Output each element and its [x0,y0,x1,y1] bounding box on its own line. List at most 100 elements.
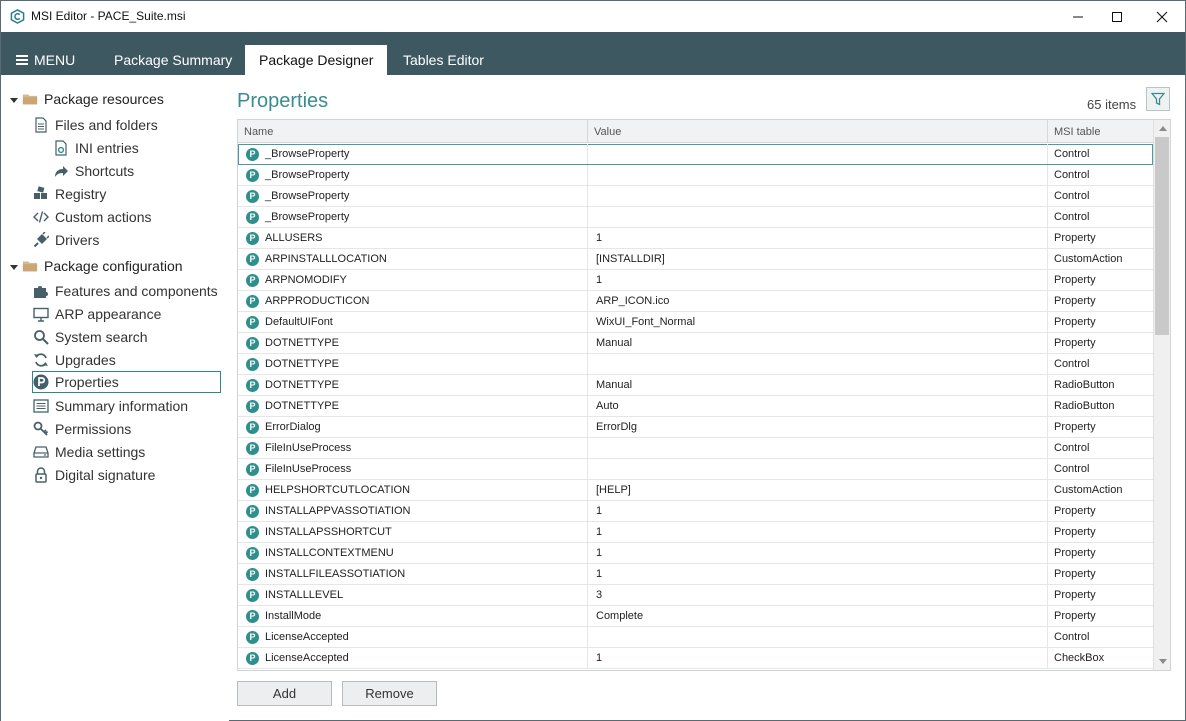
msi-table-name: Property [1054,547,1096,559]
msi-table-name: CustomAction [1054,253,1123,265]
property-icon: P [246,273,259,287]
table-row[interactable]: P _BrowseProperty Control [238,144,1153,165]
property-icon: P [246,504,259,518]
msi-table-name: CheckBox [1054,652,1105,664]
column-header-name[interactable]: Name [238,120,588,143]
property-icon: P [246,336,259,350]
table-row[interactable]: P DefaultUIFont WixUI_Font_Normal Property [238,312,1153,333]
folder-icon [22,91,38,107]
property-icon: P [246,210,259,224]
table-header: Name Value MSI table [238,120,1153,143]
sidebar-item-label: Upgrades [55,352,116,368]
sidebar-item-arp-appearance[interactable]: ARP appearance [33,303,161,325]
expand-chevron-icon[interactable] [10,263,18,271]
property-value [588,186,1048,206]
msi-table-name: Property [1054,232,1096,244]
sidebar-item-label: Media settings [55,444,146,460]
cell-name: P _BrowseProperty [238,144,588,164]
page-title: Properties [237,90,329,112]
tab-package-summary[interactable]: Package Summary [100,45,246,75]
table-row[interactable]: P _BrowseProperty Control [238,165,1153,186]
table-row[interactable]: P INSTALLLEVEL 3 Property [238,585,1153,606]
maximize-button[interactable] [1094,1,1140,32]
table-row[interactable]: P DOTNETTYPE Auto RadioButton [238,396,1153,417]
column-header-value[interactable]: Value [588,120,1048,143]
close-button[interactable] [1139,1,1185,32]
sidebar-item-shortcuts[interactable]: Shortcuts [53,160,134,182]
sidebar-item-media-settings[interactable]: Media settings [33,441,145,463]
scrollbar-thumb[interactable] [1155,137,1169,335]
msi-table-name: Control [1054,190,1090,202]
table-row[interactable]: P HELPSHORTCUTLOCATION [HELP] CustomAction [238,480,1153,501]
sidebar-item-features-and-components[interactable]: Features and components [33,280,218,302]
table-row[interactable]: P LicenseAccepted 1 CheckBox [238,648,1153,669]
tab-tables-editor[interactable]: Tables Editor [389,45,498,75]
cell-name: P INSTALLCONTEXTMENU [238,543,588,563]
sidebar-item-properties[interactable]: Properties [32,371,221,393]
sidebar-item-summary-information[interactable]: Summary information [33,395,188,417]
sidebar-item-custom-actions[interactable]: Custom actions [33,206,151,228]
table-row[interactable]: P LicenseAccepted Control [238,627,1153,648]
table-row[interactable]: P ARPNOMODIFY 1 Property [238,270,1153,291]
property-icon: P [246,630,259,644]
sidebar-item-label: System search [55,329,148,345]
table-row[interactable]: P ARPINSTALLLOCATION [INSTALLDIR] CustomAct… [238,249,1153,270]
sidebar-item-system-search[interactable]: System search [33,326,148,348]
sidebar-item-upgrades[interactable]: Upgrades [33,349,116,371]
tab-package-designer[interactable]: Package Designer [245,45,388,75]
tree-group-package-resources[interactable]: Package resources [22,88,164,110]
filter-icon [1151,92,1165,106]
sidebar-item-label: Summary information [55,398,189,414]
add-button[interactable]: Add [237,681,332,706]
table-row[interactable]: P _BrowseProperty Control [238,207,1153,228]
sidebar-item-drivers[interactable]: Drivers [33,229,99,251]
table-row[interactable]: P INSTALLCONTEXTMENU 1 Property [238,543,1153,564]
tree-group-package-configuration[interactable]: Package configuration [22,255,183,277]
property-icon: P [246,378,259,392]
expand-chevron-icon[interactable] [10,96,18,104]
sidebar-item-files-and-folders[interactable]: Files and folders [33,114,158,136]
table-row[interactable]: P DOTNETTYPE Manual RadioButton [238,375,1153,396]
app-logo-icon [10,9,25,24]
property-name: DOTNETTYPE [265,358,339,370]
table-row[interactable]: P DOTNETTYPE Control [238,354,1153,375]
cell-name: P LicenseAccepted [238,627,588,647]
key-icon [33,421,49,437]
vertical-scrollbar[interactable] [1153,120,1170,670]
sidebar-item-label: Custom actions [55,209,152,225]
scroll-down-icon[interactable] [1154,653,1170,670]
property-icon: P [246,609,259,623]
sidebar-item-permissions[interactable]: Permissions [33,418,131,440]
msi-table-name: Control [1054,211,1090,223]
scroll-up-icon[interactable] [1154,120,1170,137]
property-icon: P [246,567,259,581]
table-body: P _BrowseProperty Control P _BrowseProperty C… [238,144,1153,670]
property-value: 1 [588,228,1048,248]
sidebar-item-digital-signature[interactable]: Digital signature [33,464,155,486]
menu-button[interactable]: MENU [16,51,75,69]
table-row[interactable]: P INSTALLAPPVASSOTIATION 1 Property [238,501,1153,522]
sidebar-item-registry[interactable]: Registry [33,183,106,205]
table-row[interactable]: P ErrorDialog ErrorDlg Property [238,417,1153,438]
shortcut-arrow-icon [53,163,69,179]
table-row[interactable]: P INSTALLAPSSHORTCUT 1 Property [238,522,1153,543]
msi-table-name: Property [1054,526,1096,538]
table-row[interactable]: P FileInUseProcess Control [238,459,1153,480]
property-icon: P [246,189,259,203]
table-row[interactable]: P ARPPRODUCTICON ARP_ICON.ico Property [238,291,1153,312]
column-header-msi-table[interactable]: MSI table [1048,120,1153,143]
table-row[interactable]: P InstallMode Complete Property [238,606,1153,627]
property-icon: P [246,462,259,476]
table-row[interactable]: P _BrowseProperty Control [238,186,1153,207]
filter-button[interactable] [1146,87,1170,111]
table-row[interactable]: P DOTNETTYPE Manual Property [238,333,1153,354]
property-icon: P [246,483,259,497]
table-row[interactable]: P ALLUSERS 1 Property [238,228,1153,249]
table-row[interactable]: P INSTALLFILEASSOTIATION 1 Property [238,564,1153,585]
property-icon: P [246,147,259,161]
table-row[interactable]: P FileInUseProcess Control [238,438,1153,459]
property-name: _BrowseProperty [265,211,350,223]
sidebar-item-ini-entries[interactable]: INI entries [53,137,139,159]
remove-button[interactable]: Remove [342,681,437,706]
sidebar-item-label: ARP appearance [55,306,162,322]
